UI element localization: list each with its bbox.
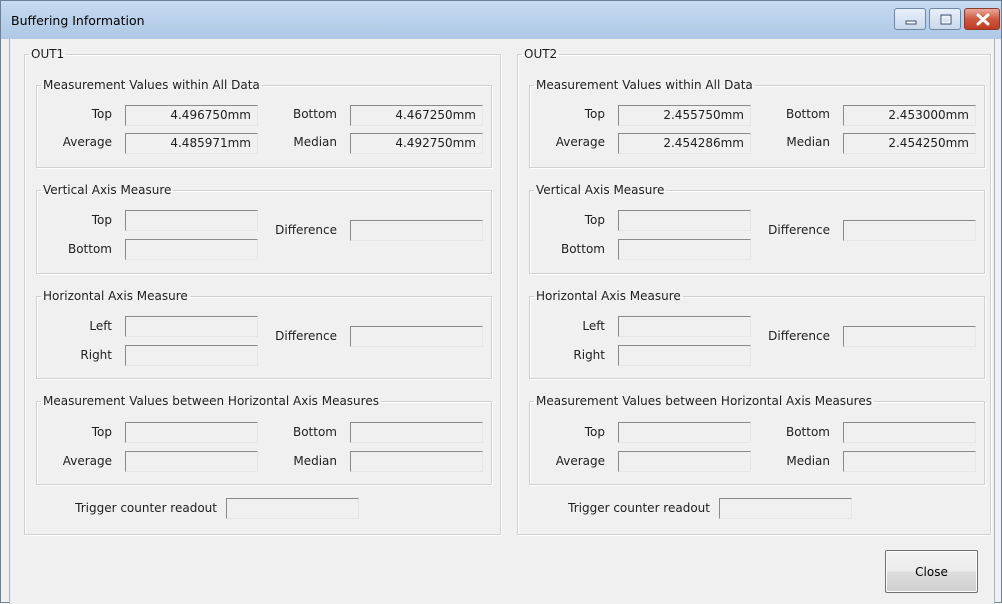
minimize-icon — [905, 20, 917, 25]
window-title: Buffering Information — [11, 13, 145, 28]
out1-all-top-label: Top — [91, 107, 112, 121]
dialog-client-area: OUT1 Measurement Values within All Data … — [9, 39, 995, 604]
out2-all-median-field[interactable]: 2.454250mm — [843, 133, 976, 154]
out2-legend: OUT2 — [524, 47, 558, 61]
out2-between-average-field[interactable] — [618, 451, 751, 472]
out2-trigger-label: Trigger counter readout — [568, 501, 710, 515]
out2-horizontal-left-label: Left — [582, 319, 605, 333]
minimize-button[interactable] — [894, 8, 926, 30]
out1-between-top-label: Top — [91, 425, 112, 439]
out1-horizontal-left-field[interactable] — [125, 316, 258, 337]
title-bar[interactable]: Buffering Information — [1, 1, 1001, 39]
out1-between-average-field[interactable] — [125, 451, 258, 472]
out1-all-median-field[interactable]: 4.492750mm — [350, 133, 483, 154]
out1-all-bottom-label: Bottom — [292, 107, 337, 121]
close-button[interactable]: Close — [885, 550, 978, 593]
out2-between-median-field[interactable] — [843, 451, 976, 472]
out2-horizontal-left-field[interactable] — [618, 316, 751, 337]
close-icon — [976, 13, 990, 26]
out1-horizontal-right-label: Right — [80, 348, 112, 362]
out1-vertical-legend: Vertical Axis Measure — [43, 183, 172, 197]
out1-vertical-top-field[interactable] — [125, 210, 258, 231]
out1-trigger-label: Trigger counter readout — [75, 501, 217, 515]
out1-vertical-bottom-field[interactable] — [125, 239, 258, 260]
out1-between-median-label: Median — [293, 454, 337, 468]
out1-all-data-legend: Measurement Values within All Data — [43, 78, 260, 92]
out1-vertical-difference-field[interactable] — [350, 220, 483, 241]
out1-vertical-bottom-label: Bottom — [67, 242, 112, 256]
out1-horizontal-difference-field[interactable] — [350, 326, 483, 347]
out1-between-top-field[interactable] — [125, 422, 258, 443]
out2-between-average-label: Average — [555, 454, 605, 468]
out2-between-legend: Measurement Values between Horizontal Ax… — [536, 394, 872, 408]
out2-between-bottom-label: Bottom — [785, 425, 830, 439]
out1-all-top-field[interactable]: 4.496750mm — [125, 105, 258, 126]
out2-horizontal-legend: Horizontal Axis Measure — [536, 289, 681, 303]
out1-horizontal-right-field[interactable] — [125, 345, 258, 366]
out2-between-top-label: Top — [584, 425, 605, 439]
out2-vertical-top-label: Top — [584, 213, 605, 227]
out2-trigger-field[interactable] — [719, 498, 852, 519]
out2-all-data-legend: Measurement Values within All Data — [536, 78, 753, 92]
out2-all-bottom-label: Bottom — [785, 107, 830, 121]
out2-all-average-label: Average — [555, 135, 605, 149]
out1-horizontal-difference-label: Difference — [275, 329, 337, 343]
out2-vertical-difference-label: Difference — [768, 223, 830, 237]
out2-horizontal-difference-label: Difference — [768, 329, 830, 343]
out1-legend: OUT1 — [31, 47, 65, 61]
out1-between-bottom-field[interactable] — [350, 422, 483, 443]
out2-between-bottom-field[interactable] — [843, 422, 976, 443]
out1-horizontal-legend: Horizontal Axis Measure — [43, 289, 188, 303]
maximize-button[interactable] — [929, 8, 961, 30]
out2-vertical-legend: Vertical Axis Measure — [536, 183, 665, 197]
out2-vertical-top-field[interactable] — [618, 210, 751, 231]
out1-all-median-label: Median — [293, 135, 337, 149]
out2-vertical-bottom-field[interactable] — [618, 239, 751, 260]
out2-horizontal-difference-field[interactable] — [843, 326, 976, 347]
out2-all-average-field[interactable]: 2.454286mm — [618, 133, 751, 154]
out2-between-top-field[interactable] — [618, 422, 751, 443]
out2-all-bottom-field[interactable]: 2.453000mm — [843, 105, 976, 126]
buffering-information-window: Buffering Information OUT1 Measurement V… — [0, 0, 1002, 604]
out2-vertical-bottom-label: Bottom — [560, 242, 605, 256]
out1-horizontal-left-label: Left — [89, 319, 112, 333]
out2-horizontal-right-label: Right — [573, 348, 605, 362]
out1-vertical-difference-label: Difference — [275, 223, 337, 237]
out2-all-top-label: Top — [584, 107, 605, 121]
out1-vertical-top-label: Top — [91, 213, 112, 227]
out1-between-legend: Measurement Values between Horizontal Ax… — [43, 394, 379, 408]
out1-all-average-label: Average — [62, 135, 112, 149]
out2-horizontal-right-field[interactable] — [618, 345, 751, 366]
out1-between-bottom-label: Bottom — [292, 425, 337, 439]
out2-between-median-label: Median — [786, 454, 830, 468]
out1-between-average-label: Average — [62, 454, 112, 468]
out2-vertical-difference-field[interactable] — [843, 220, 976, 241]
restore-icon — [940, 14, 952, 25]
out2-all-median-label: Median — [786, 135, 830, 149]
out2-all-top-field[interactable]: 2.455750mm — [618, 105, 751, 126]
out1-all-bottom-field[interactable]: 4.467250mm — [350, 105, 483, 126]
out1-trigger-field[interactable] — [226, 498, 359, 519]
close-window-button[interactable] — [964, 8, 1000, 30]
out1-between-median-field[interactable] — [350, 451, 483, 472]
out1-all-average-field[interactable]: 4.485971mm — [125, 133, 258, 154]
